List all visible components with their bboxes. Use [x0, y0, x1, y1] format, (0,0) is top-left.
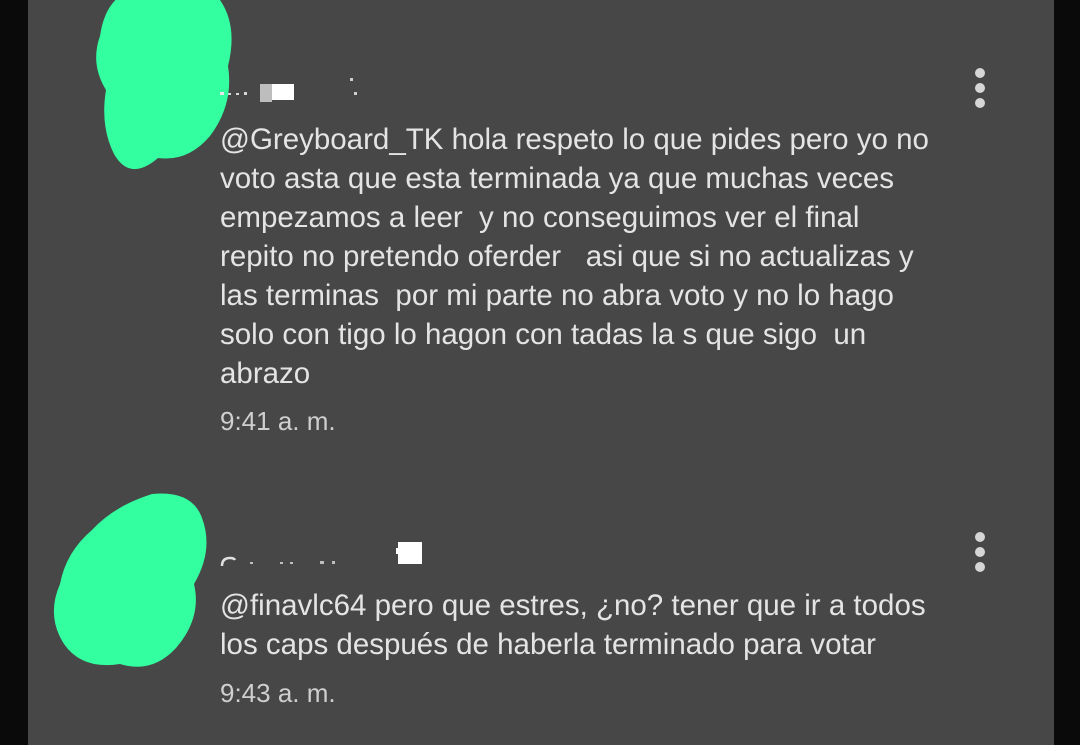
more-vertical-icon-dot — [975, 562, 985, 572]
comment-text: @Greyboard_TK hola respeto lo que pides … — [220, 120, 1020, 393]
user-mention[interactable]: @finavlc64 — [220, 589, 366, 622]
avatar[interactable] — [60, 0, 240, 196]
more-vertical-icon-dot — [975, 98, 985, 108]
username-redacted[interactable] — [220, 72, 360, 102]
more-vertical-icon — [975, 532, 985, 542]
comment-timestamp: 9:43 a. m. — [220, 678, 336, 708]
username-redacted[interactable] — [220, 538, 430, 568]
more-options-button[interactable] — [966, 64, 994, 112]
comment-item: @finavlc64 pero que estres, ¿no? tener q… — [28, 480, 1054, 745]
comments-panel: @Greyboard_TK hola respeto lo que pides … — [28, 0, 1054, 745]
comment-item: @Greyboard_TK hola respeto lo que pides … — [28, 0, 1054, 470]
more-vertical-icon — [975, 68, 985, 78]
comment-text: @finavlc64 pero que estres, ¿no? tener q… — [220, 586, 1020, 664]
more-options-button[interactable] — [966, 528, 994, 576]
more-vertical-icon-dot — [975, 83, 985, 93]
user-mention[interactable]: @Greyboard_TK — [220, 123, 443, 156]
comment-body: hola respeto lo que pides pero yo no vot… — [220, 123, 929, 390]
comment-timestamp: 9:41 a. m. — [220, 406, 336, 436]
avatar[interactable] — [42, 488, 222, 676]
more-vertical-icon-dot — [975, 547, 985, 557]
